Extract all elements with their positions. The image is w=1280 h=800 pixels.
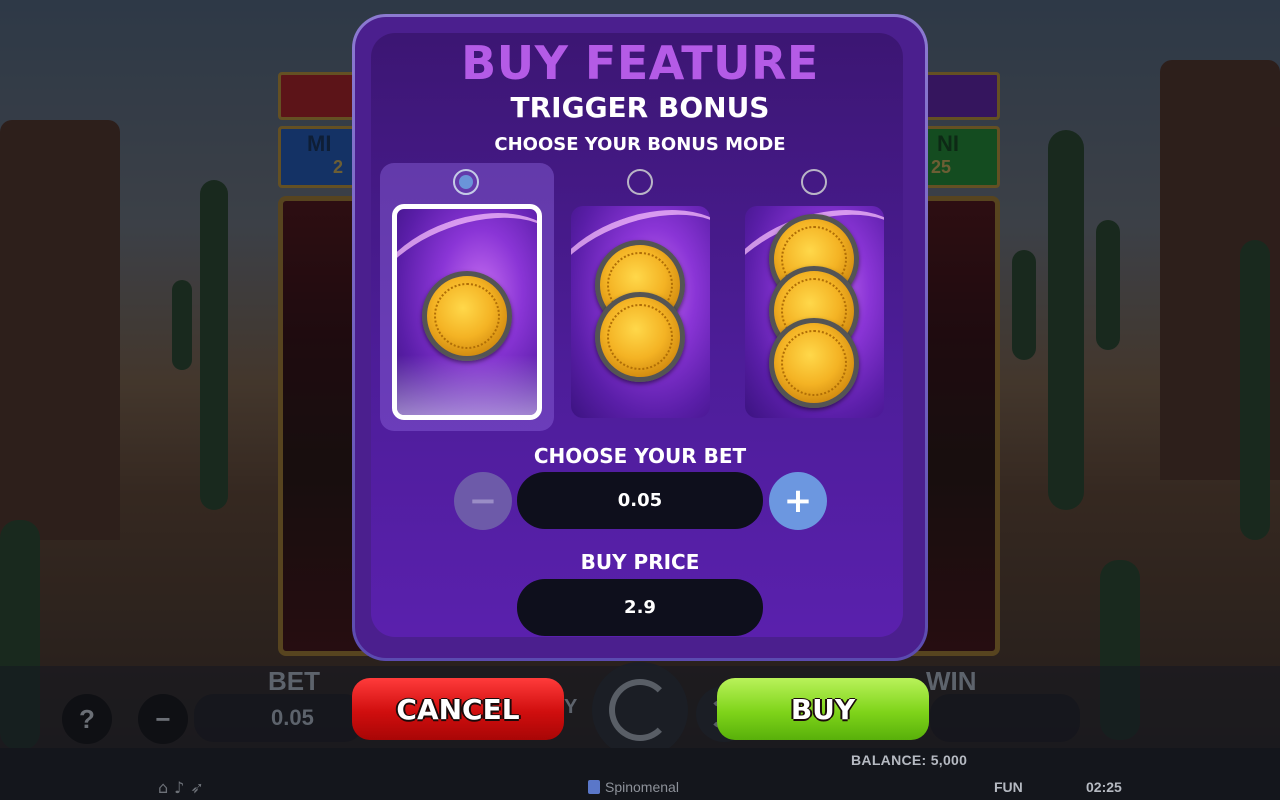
hud-partial-label: Y xyxy=(564,696,578,718)
bonus-mode-label: CHOOSE YOUR BONUS MODE xyxy=(494,134,786,155)
brand-name: Spinomenal xyxy=(605,779,679,795)
bonus-mode-card xyxy=(745,206,884,418)
bonus-mode-card xyxy=(571,206,710,418)
win-value-pill xyxy=(930,694,1080,742)
coin-icon xyxy=(769,318,859,408)
modal-subtitle: TRIGGER BONUS xyxy=(510,91,770,124)
minus-icon: − xyxy=(155,703,171,734)
spin-icon xyxy=(609,679,671,741)
coin-icon xyxy=(422,271,512,361)
hud-bet-label: BET xyxy=(268,666,320,696)
bonus-mode-card xyxy=(392,204,542,420)
bonus-mode-option-1[interactable] xyxy=(380,163,554,431)
buy-price-label: BUY PRICE xyxy=(580,550,700,574)
help-icon: ? xyxy=(79,703,95,734)
bet-label: CHOOSE YOUR BET xyxy=(533,444,747,468)
cancel-button[interactable]: CANCEL xyxy=(352,678,564,740)
clock: 02:25 xyxy=(1086,779,1122,795)
radio-button-selected[interactable] xyxy=(453,169,479,195)
brand-mark-icon xyxy=(588,780,600,794)
brand-logo: Spinomenal xyxy=(588,779,679,795)
radio-button[interactable] xyxy=(627,169,653,195)
radio-button[interactable] xyxy=(801,169,827,195)
balance-readout: BALANCE: 5,000 xyxy=(851,752,968,768)
buy-button-label: BUY xyxy=(790,692,856,726)
bonus-mode-option-3[interactable] xyxy=(731,163,905,431)
bet-decrease-button[interactable]: − xyxy=(138,694,188,744)
turbo-icon[interactable]: ➶ xyxy=(190,778,203,797)
hud-win-label: WIN xyxy=(926,666,977,696)
sparkle-effect xyxy=(397,355,537,415)
hud-bet-value: 0.05 xyxy=(271,705,314,730)
bonus-mode-option-2[interactable] xyxy=(557,163,731,431)
buy-price-field: 2.9 xyxy=(517,579,763,636)
sound-icon[interactable]: ♪ xyxy=(174,778,184,797)
modal-title: BUY FEATURE xyxy=(461,36,819,90)
cancel-button-label: CANCEL xyxy=(396,692,520,726)
coin-icon xyxy=(595,292,685,382)
plus-icon: + xyxy=(783,481,813,521)
bet-value-field: 0.05 xyxy=(517,472,763,529)
footer-icon-group: ⌂ ♪ ➶ xyxy=(158,778,204,797)
help-button[interactable]: ? xyxy=(62,694,112,744)
home-icon[interactable]: ⌂ xyxy=(158,778,168,797)
buy-button[interactable]: BUY xyxy=(717,678,929,740)
play-mode-label: FUN xyxy=(994,779,1023,795)
minus-icon: − xyxy=(468,481,498,521)
bet-decrease-stepper[interactable]: − xyxy=(454,472,512,530)
spin-button[interactable] xyxy=(592,662,688,758)
bet-increase-stepper[interactable]: + xyxy=(769,472,827,530)
